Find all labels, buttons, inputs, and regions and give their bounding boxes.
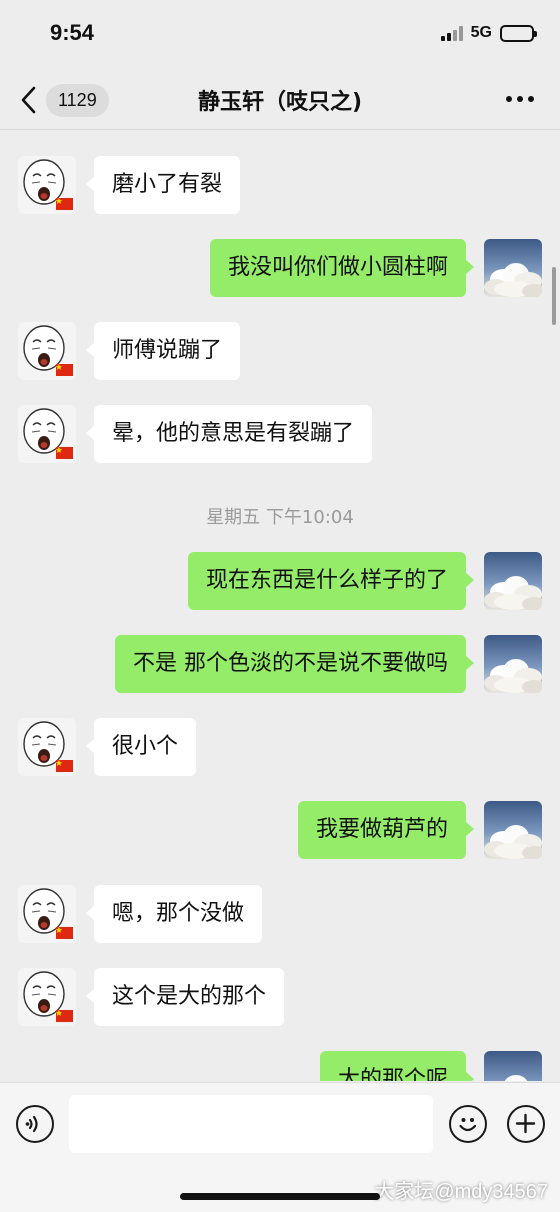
message-incoming: 这个是大的那个: [18, 968, 285, 1026]
input-bar: 大家坛@mdy34567: [0, 1082, 560, 1212]
message-outgoing: 我要做葫芦的: [297, 801, 542, 859]
message-timestamp: 星期五 下午10:04: [206, 507, 354, 528]
message-bubble[interactable]: 不是 那个色淡的不是说不要做吗: [115, 635, 474, 693]
contact-avatar[interactable]: [18, 156, 76, 214]
scrollbar[interactable]: [552, 267, 556, 325]
my-avatar[interactable]: [484, 635, 542, 693]
message-outgoing: 现在东西是什么样子的了: [187, 552, 542, 610]
message-bubble[interactable]: 我要做葫芦的: [297, 801, 475, 859]
message-bubble[interactable]: 很小个: [85, 718, 197, 776]
contact-avatar[interactable]: [18, 885, 76, 943]
status-icons: 5G: [440, 24, 537, 42]
message-incoming: 晕，他的意思是有裂蹦了: [18, 405, 373, 463]
contact-avatar[interactable]: [18, 718, 76, 776]
message-outgoing: 我没叫你们做小圆柱啊: [209, 239, 542, 297]
network-type: 5G: [470, 24, 492, 41]
emoji-icon[interactable]: [449, 1105, 487, 1143]
plus-icon[interactable]: [507, 1105, 545, 1143]
contact-avatar[interactable]: [18, 322, 76, 380]
status-time: 9:54: [50, 20, 95, 45]
my-avatar[interactable]: [484, 801, 542, 859]
signal-icon: [440, 25, 463, 41]
message-bubble[interactable]: 我没叫你们做小圆柱啊: [209, 239, 475, 297]
message-bubble[interactable]: 嗯，那个没做: [85, 885, 263, 943]
message-incoming: 很小个: [18, 718, 197, 776]
contact-avatar[interactable]: [18, 968, 76, 1026]
message-outgoing: 不是 那个色淡的不是说不要做吗: [115, 635, 542, 693]
message-input[interactable]: [69, 1095, 433, 1153]
chat-title: 静玉轩（吱只之): [197, 90, 363, 115]
battery-icon: [500, 24, 537, 42]
more-dots-icon[interactable]: [506, 96, 534, 102]
voice-icon[interactable]: [16, 1105, 54, 1143]
message-outgoing: 大的那个呢: [319, 1051, 542, 1081]
message-bubble[interactable]: 师傅说蹦了: [85, 322, 241, 380]
contact-avatar[interactable]: [18, 405, 76, 463]
message-bubble[interactable]: 这个是大的那个: [85, 968, 285, 1026]
status-bar: 9:54 5G: [0, 0, 560, 70]
message-incoming: 师傅说蹦了: [18, 322, 241, 380]
chat-header: 1129 静玉轩（吱只之): [0, 70, 560, 130]
message-bubble[interactable]: 大的那个呢: [319, 1051, 475, 1081]
message-bubble[interactable]: 磨小了有裂: [85, 156, 241, 214]
message-incoming: 嗯，那个没做: [18, 885, 263, 943]
message-bubble[interactable]: 晕，他的意思是有裂蹦了: [85, 405, 373, 463]
home-indicator[interactable]: [180, 1193, 380, 1200]
my-avatar[interactable]: [484, 552, 542, 610]
watermark: 大家坛@mdy34567: [374, 1181, 548, 1203]
message-bubble[interactable]: 现在东西是什么样子的了: [187, 552, 475, 610]
my-avatar[interactable]: [484, 1051, 542, 1081]
my-avatar[interactable]: [484, 239, 542, 297]
message-incoming: 磨小了有裂: [18, 156, 241, 214]
message-list[interactable]: 磨小了有裂 我没叫你们做小圆柱啊 师傅说蹦了 晕，他的意思是有裂蹦了 星期五 下…: [0, 131, 560, 1081]
